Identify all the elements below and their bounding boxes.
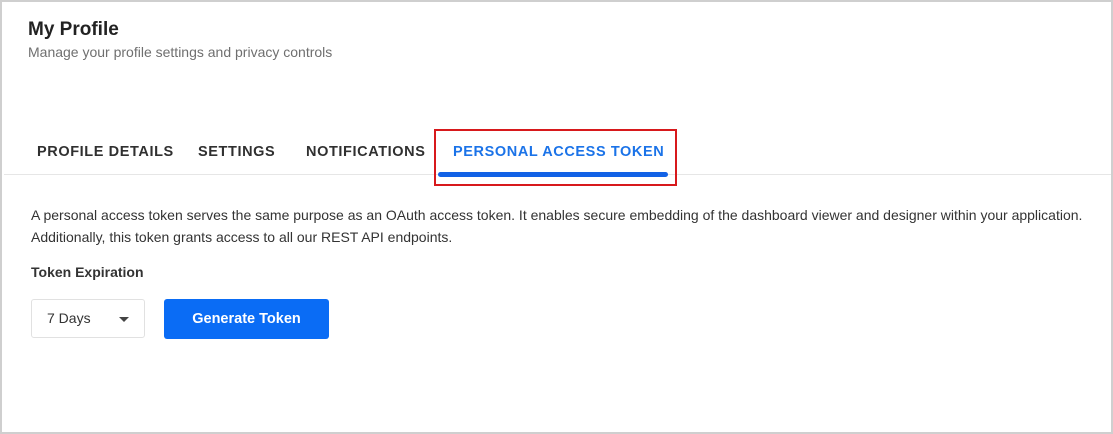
tab-highlight-annotation	[434, 129, 677, 186]
profile-panel: My Profile Manage your profile settings …	[0, 0, 1113, 434]
token-expiration-value: 7 Days	[47, 310, 91, 326]
tab-settings[interactable]: SETTINGS	[198, 130, 275, 174]
page-subtitle: Manage your profile settings and privacy…	[28, 44, 333, 60]
token-expiration-select[interactable]: 7 Days	[31, 299, 145, 338]
caret-down-icon	[119, 317, 129, 322]
page-title: My Profile	[28, 19, 119, 40]
tab-profile-details[interactable]: PROFILE DETAILS	[37, 130, 174, 174]
page-header: My Profile Manage your profile settings …	[28, 18, 332, 61]
token-description: A personal access token serves the same …	[31, 207, 1083, 245]
tab-notifications[interactable]: NOTIFICATIONS	[306, 130, 426, 174]
token-expiration-label: Token Expiration	[31, 264, 144, 280]
generate-token-button[interactable]: Generate Token	[164, 299, 329, 339]
